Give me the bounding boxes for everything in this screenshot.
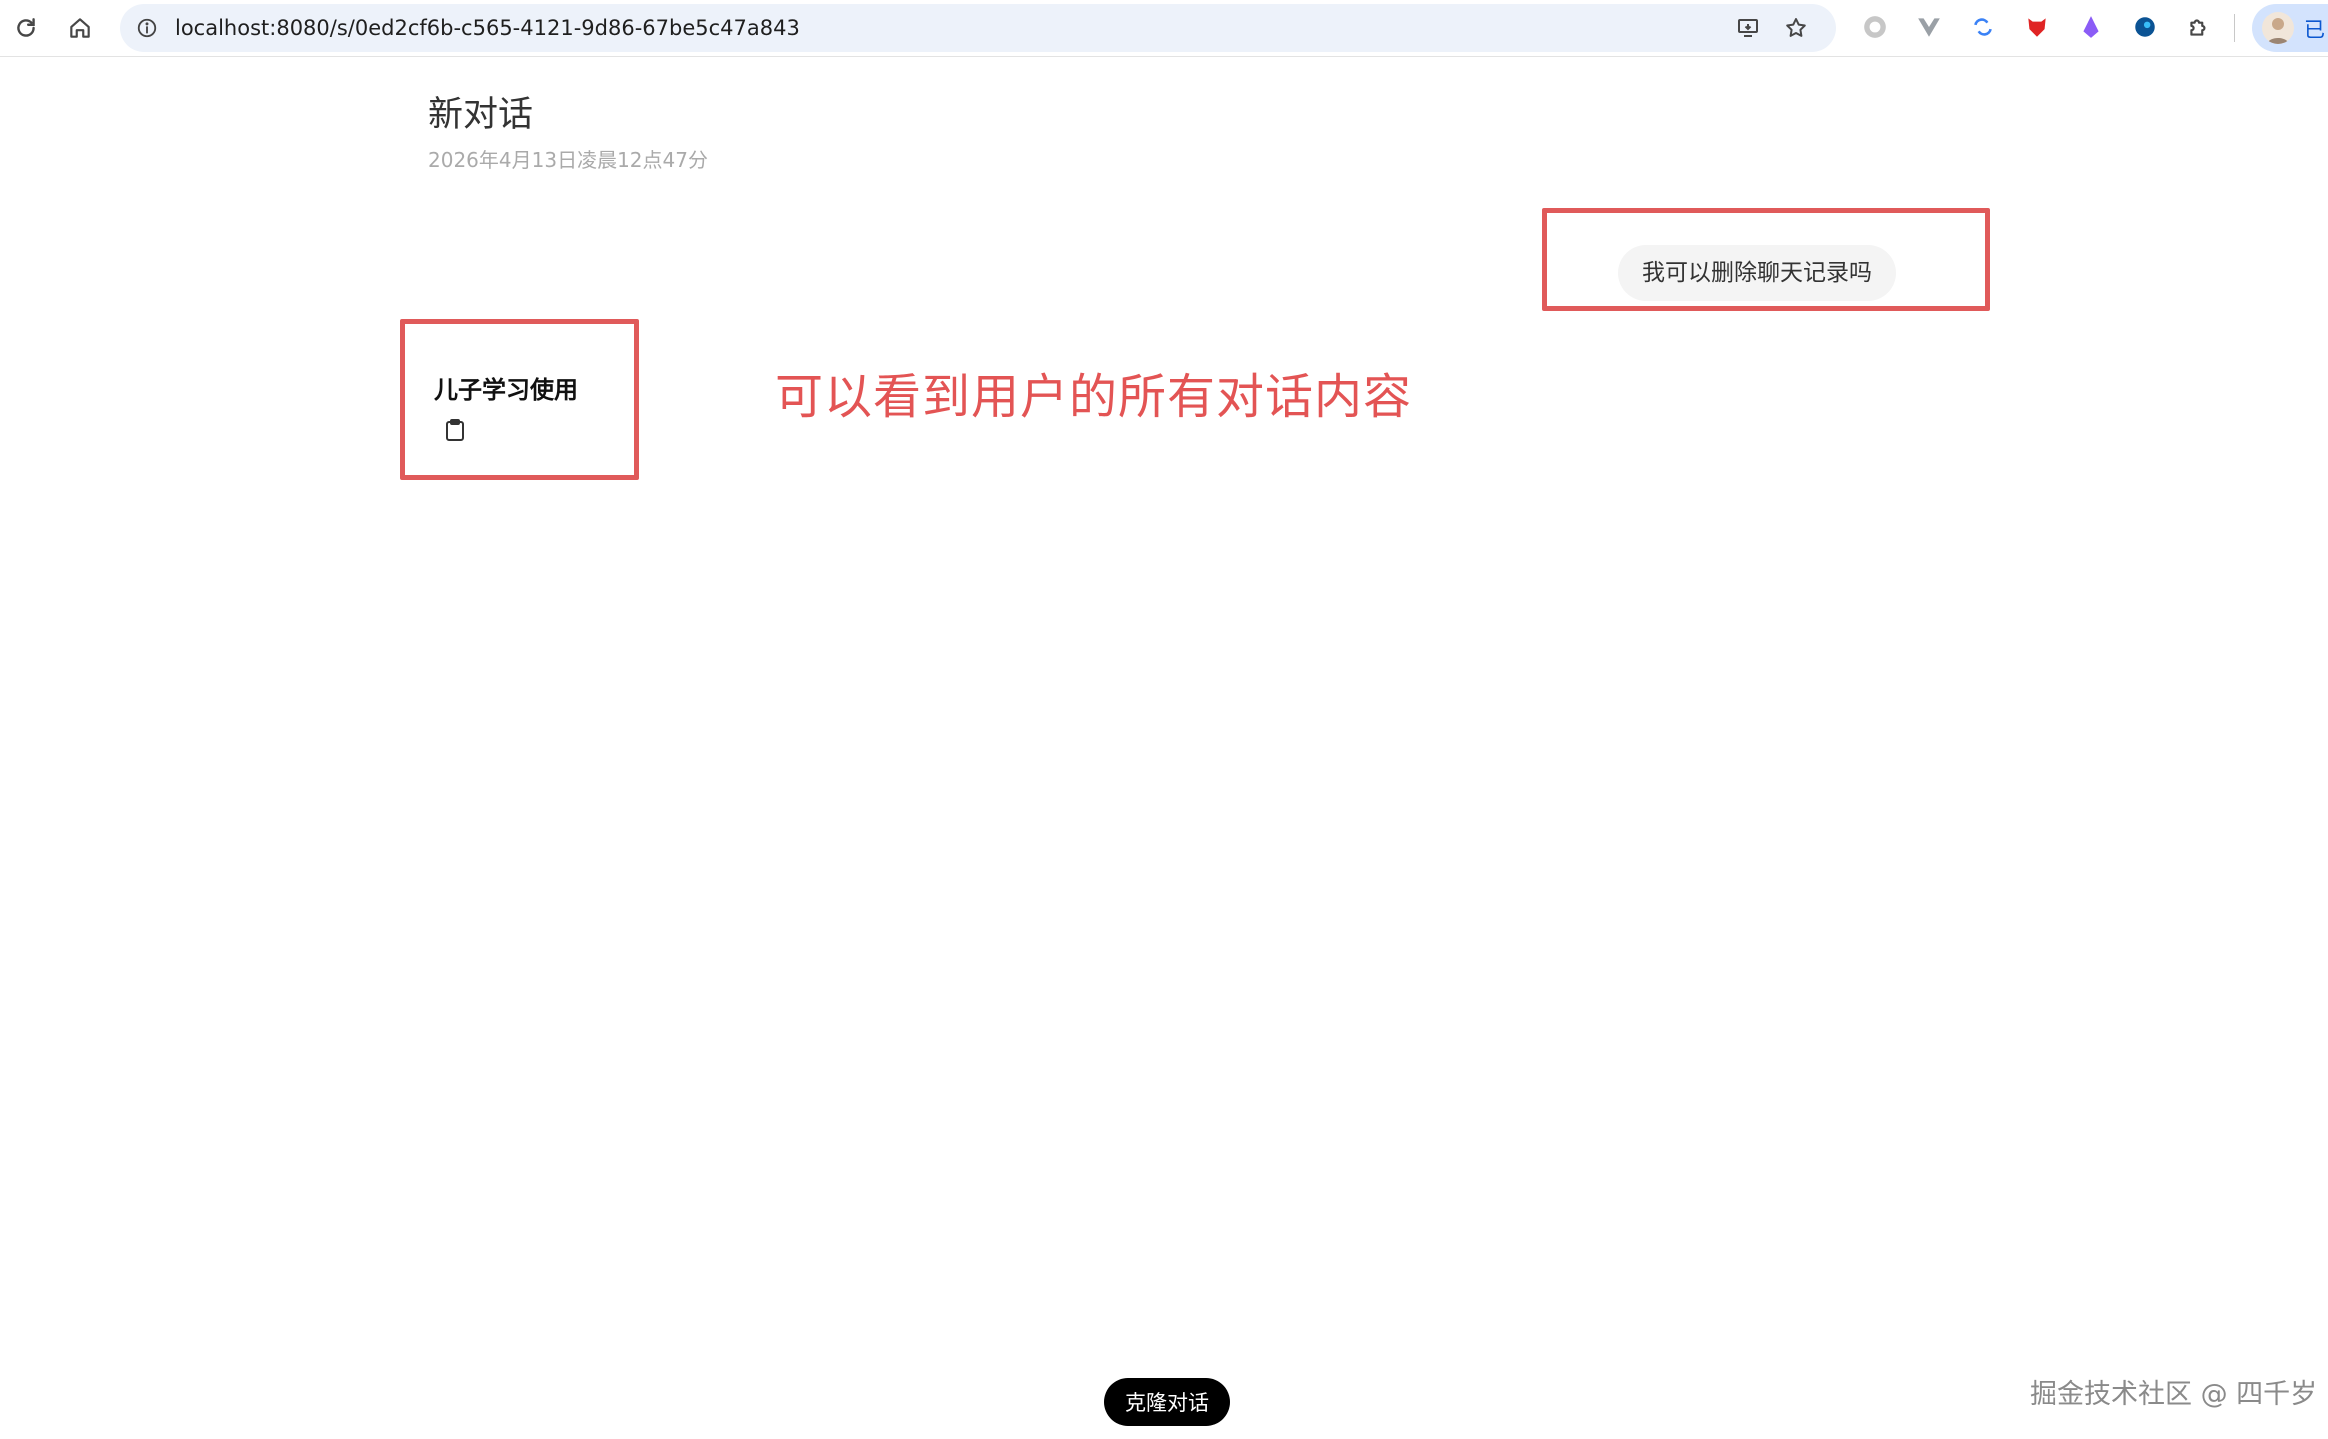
extension-gray-icon[interactable]: [1858, 10, 1892, 44]
clone-conversation-button[interactable]: 克隆对话: [1104, 1378, 1230, 1426]
bookmark-star-icon[interactable]: [1780, 12, 1812, 44]
conversation-date: 2026年4月13日凌晨12点47分: [428, 148, 708, 172]
reload-icon[interactable]: [6, 8, 46, 48]
profile-button[interactable]: 已: [2252, 4, 2328, 52]
extension-sync-icon[interactable]: [1966, 10, 2000, 44]
extension-purple-icon[interactable]: [2074, 10, 2108, 44]
annotation-text: 可以看到用户的所有对话内容: [775, 369, 1413, 425]
avatar: [2262, 12, 2294, 44]
page-title: 新对话: [428, 95, 534, 135]
url-text[interactable]: localhost:8080/s/0ed2cf6b-c565-4121-9d86…: [175, 13, 800, 43]
extension-red-icon[interactable]: [2020, 10, 2054, 44]
extension-blue-icon[interactable]: [2128, 10, 2162, 44]
browser-toolbar: localhost:8080/s/0ed2cf6b-c565-4121-9d86…: [0, 0, 2328, 57]
watermark: 掘金技术社区 @ 四千岁: [2030, 1379, 2318, 1410]
address-bar[interactable]: localhost:8080/s/0ed2cf6b-c565-4121-9d86…: [120, 4, 1836, 52]
toolbar-divider: [2234, 14, 2235, 42]
page-root: localhost:8080/s/0ed2cf6b-c565-4121-9d86…: [0, 0, 2328, 1439]
home-icon[interactable]: [60, 8, 100, 48]
user-message-bubble: 我可以删除聊天记录吗: [1618, 245, 1896, 301]
copy-icon[interactable]: [444, 418, 466, 442]
extension-vue-icon[interactable]: [1912, 10, 1946, 44]
assistant-message: 儿子学习使用: [434, 370, 578, 441]
profile-label: 已: [2304, 18, 2325, 42]
install-app-icon[interactable]: [1732, 12, 1764, 44]
site-info-icon[interactable]: [132, 13, 162, 43]
assistant-message-text: 儿子学习使用: [434, 376, 578, 404]
puzzle-icon[interactable]: [2182, 10, 2216, 44]
